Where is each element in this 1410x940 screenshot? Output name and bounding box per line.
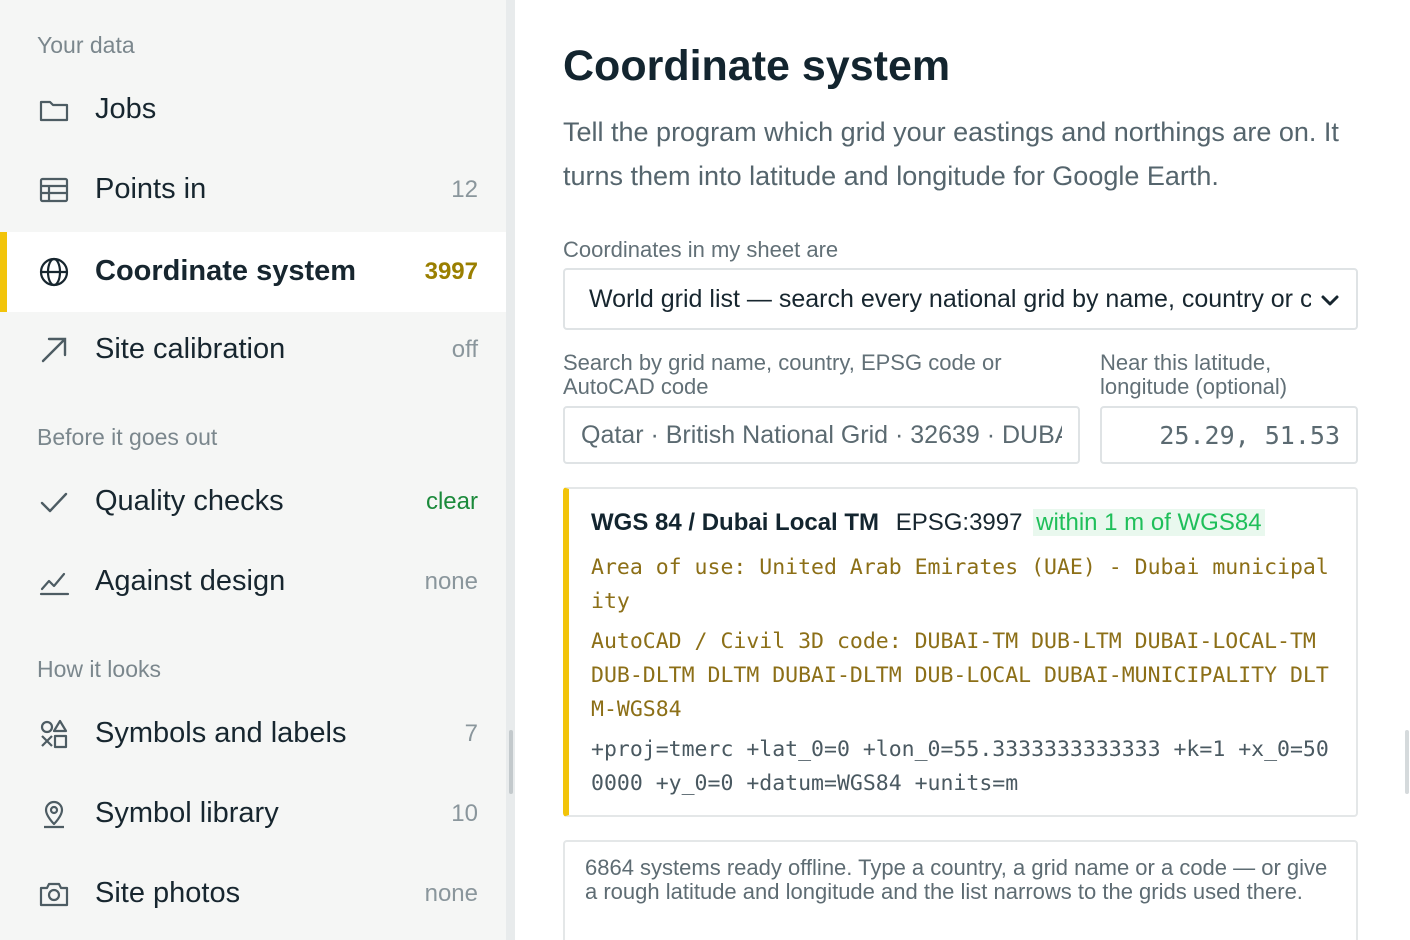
camera-icon <box>38 878 70 910</box>
area-of-use: Area of use: United Arab Emirates (UAE) … <box>591 555 1329 614</box>
line-chart-icon <box>38 566 70 598</box>
section-heading-before-out: Before it goes out <box>37 424 218 450</box>
near-latlon-input[interactable] <box>1100 406 1358 464</box>
sidebar: Your data Jobs Points in 12 Coordinate s… <box>0 0 506 940</box>
result-card[interactable]: WGS 84 / Dubai Local TM EPSG:3997 within… <box>563 487 1358 817</box>
sidebar-item-label: Site calibration <box>95 332 286 365</box>
shapes-icon <box>38 718 70 750</box>
result-epsg: EPSG:3997 <box>895 509 1023 536</box>
sidebar-item-status: none <box>424 880 478 907</box>
search-label: Search by grid name, country, EPSG code … <box>563 350 1002 399</box>
sidebar-item-against-design[interactable]: Against design none <box>0 542 506 622</box>
table-icon <box>38 174 70 206</box>
sidebar-item-site-calibration[interactable]: Site calibration off <box>0 310 506 390</box>
chevron-down-icon <box>1318 288 1342 312</box>
sidebar-item-status: none <box>424 568 478 595</box>
main-scrollbar-thumb[interactable] <box>1405 730 1409 794</box>
select-value: World grid list — search every national … <box>589 285 1311 313</box>
sidebar-item-symbol-library[interactable]: Symbol library 10 <box>0 774 506 854</box>
sidebar-item-label: Points in <box>95 172 207 205</box>
accuracy-badge: within 1 m of WGS84 <box>1033 509 1265 536</box>
globe-icon <box>38 256 70 288</box>
info-note: 6864 systems ready offline. Type a count… <box>563 840 1358 940</box>
intro-text: Tell the program which grid your easting… <box>563 117 1339 191</box>
select-label: Coordinates in my sheet are <box>563 237 839 262</box>
sidebar-item-count: 3997 <box>424 258 478 285</box>
sidebar-item-symbols-and-labels[interactable]: Symbols and labels 7 <box>0 694 506 774</box>
panel-divider[interactable] <box>506 0 515 940</box>
map-pin-icon <box>38 798 70 830</box>
page-title: Coordinate system <box>563 42 951 90</box>
sidebar-item-label: Quality checks <box>95 484 284 517</box>
sidebar-item-count: 10 <box>451 800 478 827</box>
section-heading-how-looks: How it looks <box>37 656 161 682</box>
result-header: WGS 84 / Dubai Local TM EPSG:3997 within… <box>591 509 1265 537</box>
sidebar-item-label: Symbol library <box>95 796 279 829</box>
coordinate-source-select[interactable]: World grid list — search every national … <box>563 268 1358 330</box>
active-indicator <box>0 232 7 312</box>
sidebar-item-count: 12 <box>451 176 478 203</box>
sidebar-item-jobs[interactable]: Jobs <box>0 70 506 150</box>
sidebar-item-label: Symbols and labels <box>95 716 347 749</box>
result-name: WGS 84 / Dubai Local TM <box>591 509 880 536</box>
folder-icon <box>38 94 70 126</box>
sidebar-scrollbar-thumb[interactable] <box>509 730 513 794</box>
sidebar-item-label: Against design <box>95 564 286 597</box>
sidebar-item-label: Site photos <box>95 876 241 909</box>
sidebar-item-points-in[interactable]: Points in 12 <box>0 150 506 230</box>
autocad-codes: AutoCAD / Civil 3D code: DUBAI-TM DUB-LT… <box>591 629 1329 722</box>
grid-search-input[interactable] <box>563 406 1080 464</box>
arrow-up-right-icon <box>38 334 70 366</box>
proj-string: +proj=tmerc +lat_0=0 +lon_0=55.333333333… <box>591 737 1329 796</box>
sidebar-item-count: 7 <box>464 720 478 747</box>
sidebar-item-label: Coordinate system <box>95 254 357 287</box>
sidebar-item-site-photos[interactable]: Site photos none <box>0 854 506 934</box>
checkmark-icon <box>38 486 70 518</box>
near-label: Near this latitude, longitude (optional) <box>1100 350 1288 399</box>
info-note-text: 6864 systems ready offline. Type a count… <box>585 855 1328 904</box>
section-heading-your-data: Your data <box>37 32 135 58</box>
sidebar-item-coordinate-system[interactable]: Coordinate system 3997 <box>0 232 506 312</box>
sidebar-item-label: Jobs <box>95 92 157 125</box>
sidebar-item-status: off <box>451 336 478 363</box>
sidebar-item-quality-checks[interactable]: Quality checks clear <box>0 462 506 542</box>
sidebar-item-status: clear <box>425 488 478 515</box>
